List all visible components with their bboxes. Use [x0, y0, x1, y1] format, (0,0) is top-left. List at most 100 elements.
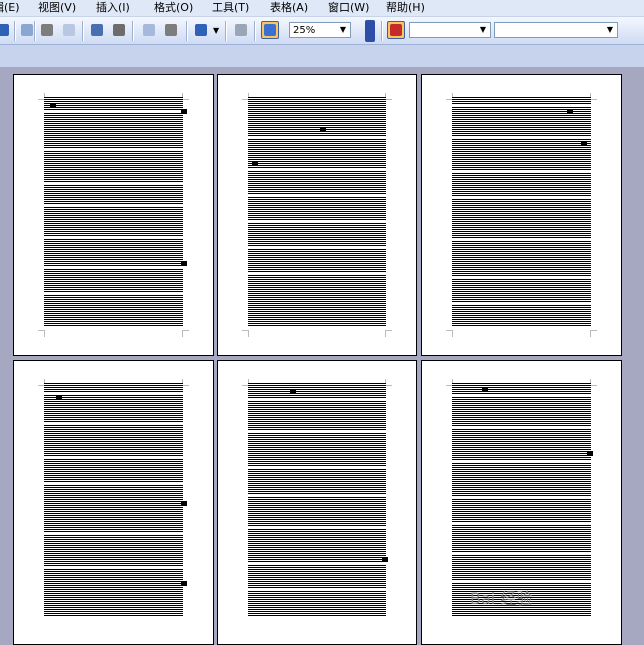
line-gap [248, 399, 386, 401]
line-gap [248, 589, 386, 591]
print-icon[interactable] [38, 21, 56, 39]
page-thumbnail[interactable] [217, 360, 417, 645]
menu-bar: 编辑(E) 视图(V) 插入(I) 格式(O) 工具(T) 表格(A) 窗口(W… [0, 0, 644, 17]
page-thumbnail[interactable] [217, 74, 417, 356]
line-gap [44, 237, 183, 239]
toolbar-separator [186, 21, 187, 41]
toolbar-separator [254, 21, 255, 41]
line-gap [44, 393, 183, 395]
line-gap [248, 195, 386, 197]
paragraph-mark [482, 387, 488, 392]
page-thumbnail[interactable] [421, 74, 622, 356]
page-text [452, 97, 591, 327]
line-gap [248, 169, 386, 171]
menu-tools[interactable]: 工具(T) [212, 0, 249, 16]
paragraph-mark [320, 127, 326, 132]
line-gap [44, 183, 183, 185]
page-thumbnail[interactable] [13, 74, 214, 356]
page-text [44, 97, 187, 327]
undo-icon[interactable] [192, 21, 210, 39]
line-gap [44, 567, 183, 569]
line-gap [44, 293, 183, 295]
standard-toolbar: ▼ 25% ▼ ▼ ▼ [0, 17, 644, 45]
print-preview-icon[interactable] [60, 21, 78, 39]
toolbar-separator [381, 21, 382, 41]
corner-mark [590, 330, 597, 337]
chevron-down-icon[interactable]: ▼ [336, 23, 350, 37]
ruler-area [0, 45, 644, 67]
corner-mark [590, 93, 597, 100]
copy-icon[interactable] [140, 21, 158, 39]
paragraph-mark [181, 109, 187, 114]
line-gap [44, 483, 183, 485]
line-gap [44, 267, 183, 269]
corner-mark [385, 93, 392, 100]
paragraph-mark [56, 395, 62, 400]
line-gap [248, 137, 386, 139]
undo-dropdown-icon[interactable]: ▼ [213, 26, 219, 35]
toolbar-separator [82, 21, 83, 41]
save-icon[interactable] [0, 21, 12, 39]
paragraph-mark [181, 581, 187, 586]
zoom-value: 25% [293, 25, 316, 36]
line-gap [44, 111, 183, 113]
line-gap [452, 197, 591, 199]
toolbar-separator [225, 21, 226, 41]
page-text [248, 383, 388, 616]
menu-view[interactable]: 视图(V) [38, 0, 76, 16]
style-select[interactable]: ▼ [409, 22, 491, 38]
line-gap [248, 563, 386, 565]
line-gap [248, 221, 386, 223]
line-gap [452, 553, 591, 555]
menu-help[interactable]: 帮助(H) [386, 0, 425, 16]
line-gap [452, 105, 591, 107]
toolbar-options-icon[interactable] [365, 20, 375, 42]
paragraph-mark [567, 109, 573, 114]
paragraph-mark [181, 261, 187, 266]
menu-window[interactable]: 窗口(W) [328, 0, 369, 16]
line-gap [248, 527, 386, 529]
menu-format[interactable]: 格式(O) [154, 0, 193, 16]
page-thumbnail[interactable] [13, 360, 214, 645]
menu-insert[interactable]: 插入(I) [96, 0, 130, 16]
line-gap [452, 395, 591, 397]
line-gap [44, 423, 183, 425]
research-icon[interactable] [110, 21, 128, 39]
zoom-select[interactable]: 25% ▼ [289, 22, 351, 38]
chevron-down-icon[interactable]: ▼ [476, 23, 490, 37]
toolbar-separator [132, 21, 133, 41]
line-gap [44, 457, 183, 459]
line-gap [44, 149, 183, 151]
drawing-toggle-icon[interactable] [261, 21, 279, 39]
line-gap [248, 273, 386, 275]
page-text [248, 97, 386, 327]
chevron-down-icon[interactable]: ▼ [603, 23, 617, 37]
corner-mark [38, 330, 45, 337]
paragraph-mark [181, 501, 187, 506]
corner-mark [182, 379, 189, 386]
line-gap [44, 205, 183, 207]
line-gap [452, 303, 591, 305]
toolbar-separator [34, 21, 35, 41]
line-gap [452, 497, 591, 499]
menu-table[interactable]: 表格(A) [270, 0, 308, 16]
line-gap [452, 581, 591, 583]
corner-mark [385, 379, 392, 386]
font-select[interactable]: ▼ [494, 22, 618, 38]
spelling-icon[interactable] [88, 21, 106, 39]
paragraph-mark [50, 103, 56, 108]
toolbar-separator [14, 21, 15, 41]
line-gap [44, 533, 183, 535]
document-pages-area[interactable] [0, 67, 644, 645]
corner-mark [385, 330, 392, 337]
line-gap [248, 467, 386, 469]
line-gap [452, 171, 591, 173]
line-gap [248, 495, 386, 497]
line-gap [452, 461, 591, 463]
corner-mark [590, 379, 597, 386]
format-painter-icon[interactable] [162, 21, 180, 39]
menu-edit[interactable]: 编辑(E) [0, 0, 20, 16]
styles-formatting-icon[interactable] [387, 21, 405, 39]
paragraph-mark [382, 557, 388, 562]
insert-hyperlink-icon[interactable] [232, 21, 250, 39]
